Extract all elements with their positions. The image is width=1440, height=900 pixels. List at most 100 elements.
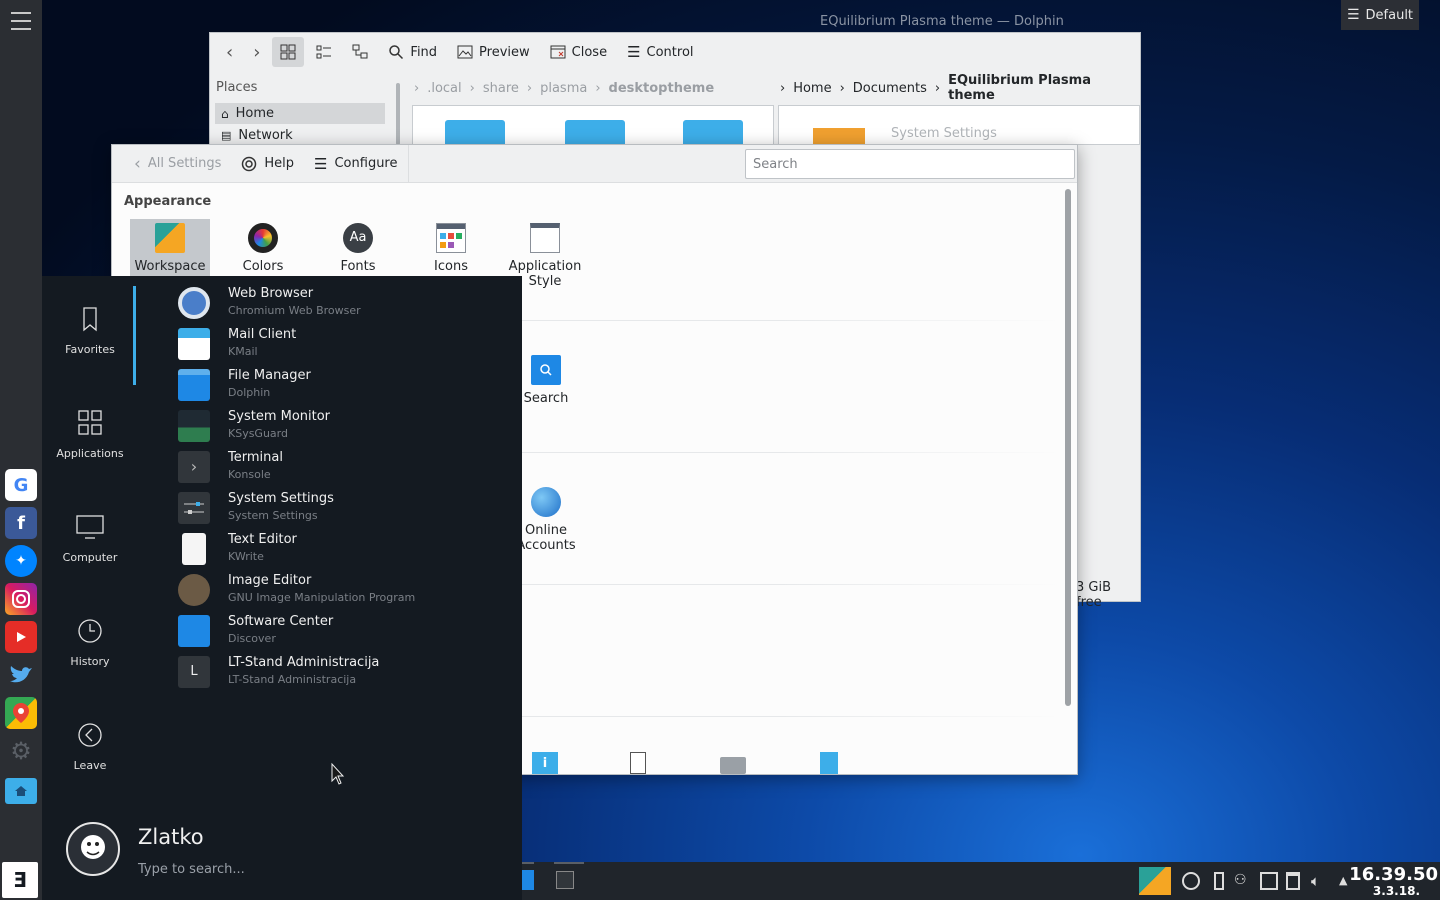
compact-view-button[interactable] [308,37,340,67]
module-icons[interactable]: Icons [411,223,491,274]
icons-view-button[interactable] [272,37,305,67]
find-button[interactable]: Find [380,37,445,67]
chevron-right-icon: › [934,80,941,96]
crumb-home[interactable]: Home [793,81,831,96]
category-computer[interactable]: Computer [42,514,138,564]
help-button[interactable]: Help [233,149,302,179]
app-software-center[interactable]: Software Center Discover [178,611,508,651]
search-module-icon [531,355,561,385]
app-web-browser[interactable]: Web Browser Chromium Web Browser [178,283,508,323]
module-fonts[interactable]: Aa Fonts [318,223,398,274]
settings-task-icon[interactable] [556,871,574,889]
folder-icon[interactable] [683,120,743,146]
forward-button[interactable]: › [245,37,268,67]
usb-module-icon[interactable] [820,752,838,774]
image-icon [457,45,473,59]
youtube-icon[interactable] [5,621,37,653]
dolphin-task-icon[interactable] [522,870,534,890]
crumb-share[interactable]: share [483,81,519,96]
chevron-right-icon: › [595,80,601,96]
crumb-equilibrium[interactable]: EQuilibrium Plasma theme [948,73,1140,103]
device-module-icon[interactable] [630,752,646,774]
kde-gear-icon[interactable]: ⚙ [5,735,37,767]
default-layout-button[interactable]: ☰ Default [1341,0,1419,30]
home-folder-icon[interactable] [5,778,37,804]
configure-button[interactable]: ☰ Configure [306,149,405,179]
app-subtitle: LT-Stand Administracija [228,673,357,686]
folder-icon[interactable] [565,120,625,146]
category-leave[interactable]: Leave [42,722,138,772]
app-subtitle: KMail [228,345,258,358]
bottom-panel: ⚇ 🔈︎ ▲ 16.39.50 3.3.18. [522,862,1440,900]
launcher-search-input[interactable]: Type to search... [138,862,245,877]
category-applications[interactable]: Applications [42,410,138,460]
folder-icon[interactable] [445,120,505,146]
details-view-button[interactable] [344,37,376,67]
user-avatar-icon [81,835,105,859]
printer-icon[interactable] [720,757,746,774]
menu-icon: ☰ [1346,7,1360,23]
hamburger-icon: ☰ [627,43,641,61]
category-history[interactable]: History [42,618,138,668]
workspace-theme-icon[interactable] [1139,867,1171,895]
file-label: System Settings [891,126,997,141]
settings-toolbar: ‹ All Settings Help ☰ Configure Search [112,145,1077,183]
app-system-monitor[interactable]: System Monitor KSysGuard [178,406,508,446]
task-indicator [554,862,584,864]
all-settings-button[interactable]: ‹ All Settings [126,149,229,179]
preview-label: Preview [479,44,530,60]
chevron-right-icon: › [526,80,533,96]
twitter-icon[interactable] [5,659,37,691]
right-breadcrumb: › Home › Documents › EQuilibrium Plasma … [780,73,1140,103]
network-tray-icon[interactable] [1260,872,1278,890]
control-button[interactable]: ☰ Control [619,37,701,67]
app-mail-client[interactable]: Mail Client KMail [178,324,508,364]
places-item-label: Home [235,106,275,121]
clipboard-icon[interactable] [1286,872,1300,890]
places-scrollbar[interactable] [396,83,400,145]
icons-icon [436,223,466,253]
app-terminal[interactable]: › Terminal Konsole [178,447,508,487]
system-logo-icon[interactable]: Ǝ [2,862,38,898]
crumb-local[interactable]: .local [427,81,461,96]
close-button[interactable]: Close [542,37,615,67]
crumb-documents[interactable]: Documents [853,81,927,96]
module-workspace[interactable]: Workspace [130,219,210,277]
app-name: LT-Stand Administracija [228,655,380,670]
volume-icon[interactable]: 🔈︎ [1311,872,1329,890]
close-pane-icon [550,45,566,59]
google-icon[interactable]: G [5,469,37,501]
app-text-editor[interactable]: Text Editor KWrite [178,529,508,569]
instagram-icon[interactable] [5,583,37,615]
clock-time[interactable]: 16.39.50 [1349,864,1438,885]
module-label: Icons [434,259,468,274]
crumb-plasma[interactable]: plasma [540,81,587,96]
usb-icon[interactable] [1214,872,1224,890]
avatar[interactable] [66,822,120,876]
places-item-home[interactable]: ⌂ Home [215,103,385,124]
crumb-desktoptheme[interactable]: desktoptheme [609,81,715,96]
module-colors[interactable]: Colors [223,223,303,274]
app-lt-stand[interactable]: L LT-Stand Administracija LT-Stand Admin… [178,652,508,692]
places-item-network[interactable]: ▤ Network [215,125,385,146]
messenger-icon[interactable]: ✦ [5,545,37,577]
category-favorites[interactable]: Favorites [42,306,138,356]
app-image-editor[interactable]: Image Editor GNU Image Manipulation Prog… [178,570,508,610]
app-name: Software Center [228,614,334,629]
chevron-left-icon: ‹ [226,41,234,63]
users-icon[interactable]: ⚇ [1234,872,1252,890]
settings-scrollbar[interactable] [1065,189,1071,706]
app-system-settings[interactable]: System Settings System Settings [178,488,508,528]
hamburger-menu-icon[interactable] [11,12,31,30]
info-module-icon[interactable]: i [532,752,558,774]
back-button[interactable]: ‹ [218,37,241,67]
preview-button[interactable]: Preview [449,37,538,67]
clock-date[interactable]: 3.3.18. [1373,884,1420,898]
app-file-manager[interactable]: File Manager Dolphin [178,365,508,405]
maps-icon[interactable] [5,697,37,729]
facebook-icon[interactable]: f [5,507,37,539]
settings-search-input[interactable]: Search [745,149,1075,179]
leave-arrow-icon [78,723,102,747]
update-icon[interactable] [1182,872,1200,890]
app-name: Image Editor [228,573,312,588]
